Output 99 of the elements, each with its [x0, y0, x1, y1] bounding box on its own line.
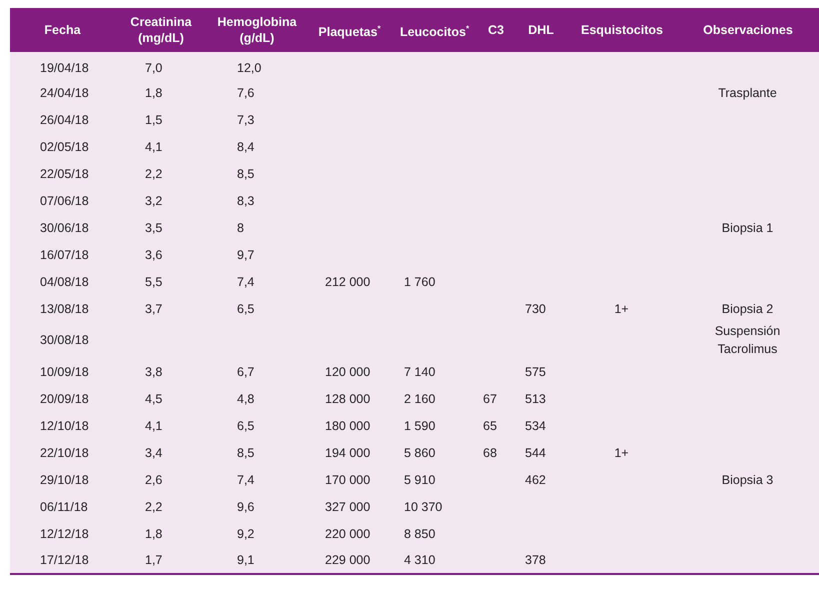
table-cell-text: 544: [525, 444, 546, 462]
table-cell-text: 575: [525, 364, 546, 380]
table-cell-text: 1,8: [145, 526, 162, 542]
table-cell-text: 2,2: [145, 498, 162, 516]
column-header: C3: [488, 23, 504, 37]
table-cell-text: 170 000: [325, 472, 370, 488]
table-cell-text: 30/08/18: [40, 332, 89, 349]
table-cell-text: 22/05/18: [40, 166, 89, 182]
table-cell-text: 3,8: [145, 364, 162, 380]
table-cell-text: 8,5: [237, 166, 254, 182]
table-cell-text: 6,5: [237, 300, 254, 318]
table-cell-text: 180 000: [325, 418, 370, 434]
table-cell-text: 378: [525, 552, 546, 569]
table-cell-text: 9,1: [237, 552, 254, 569]
table-cell-text: 462: [525, 472, 546, 488]
column-header: Plaquetas$^{*}$: [318, 24, 381, 39]
table-cell-text: 220 000: [325, 526, 370, 542]
table-cell-text: 67: [483, 390, 497, 408]
table-cell-text: 13/08/18: [40, 300, 89, 318]
table-cell-text: 02/05/18: [40, 138, 89, 156]
table-cell-text: 8 850: [404, 526, 436, 542]
table-cell-text: 327 000: [325, 498, 370, 516]
table-cell-text: 8,4: [237, 138, 254, 156]
table-cell-text: 9,6: [237, 498, 254, 516]
table-cell-text: 3,2: [145, 192, 162, 210]
table-cell-text: 16/07/18: [40, 246, 89, 264]
table-cell-text: 212 000: [325, 274, 370, 290]
column-header: Observaciones: [703, 23, 793, 37]
table-cell-text: 8: [237, 220, 244, 236]
table-cell-text: 4,1: [145, 418, 162, 434]
table-cell-text: 1,5: [145, 112, 162, 128]
table-cell-text: 06/11/18: [40, 498, 88, 516]
table-cell-text: 7,6: [237, 84, 254, 102]
table-cell-text: 1+: [614, 444, 629, 462]
table-cell-text: 513: [525, 390, 546, 408]
table-cell-text: Biopsia 1: [720, 220, 774, 236]
column-header: DHL: [528, 23, 554, 37]
table-cell-text: 194 000: [325, 444, 370, 462]
table-cell-text: 22/10/18: [40, 444, 89, 462]
table-cell-text: 4,5: [145, 390, 162, 408]
table-cell-text: 1 760: [404, 274, 436, 290]
table-cell-text: 7,3: [237, 112, 254, 128]
table-cell-text: 120 000: [325, 364, 370, 380]
table-cell-text: 30/06/18: [40, 220, 89, 236]
table-cell-text: 19/04/18: [40, 60, 89, 77]
table-cell-text: 04/08/18: [40, 274, 89, 290]
table-cell-text: Biopsia 2: [720, 300, 774, 318]
column-header: Esquistocitos: [581, 23, 663, 37]
table-cell-text: 5 910: [404, 472, 436, 488]
table-cell-text: 8,5: [237, 444, 254, 462]
table-cell-text: Trasplante: [717, 84, 778, 102]
table-cell-text: 12/12/18: [40, 526, 89, 542]
table-cell-text: 4,1: [145, 138, 162, 156]
table-cell-text: Biopsia 3: [720, 472, 774, 488]
table-cell-text: 5 860: [404, 444, 436, 462]
table-cell-text: 128 000: [325, 390, 370, 408]
table-cell-text: 65: [483, 418, 497, 434]
table-cell-text: 9,2: [237, 526, 254, 542]
table-cell-text: 229 000: [325, 552, 370, 569]
table-cell-text: 17/12/18: [40, 552, 89, 569]
table-cell-text: 4 310: [404, 552, 436, 569]
table-cell-text: 10 370: [404, 498, 442, 516]
table-cell-text: 534: [525, 418, 546, 434]
table-cell-text: 3,5: [145, 220, 162, 236]
column-header: Fecha: [44, 23, 81, 37]
table-cell-text: 20/09/18: [40, 390, 89, 408]
table-cell-text: 7,0: [145, 60, 162, 77]
table-cell-text: 3,4: [145, 444, 162, 462]
table-cell-text: 3,6: [145, 246, 162, 264]
table-cell-text: Suspensión Tacrolimus: [714, 323, 782, 358]
column-header: Hemoglobina (g/dL): [217, 15, 297, 45]
table-cell-text: 07/06/18: [40, 192, 89, 210]
table-cell-text: 2,6: [145, 472, 162, 488]
table-cell-text: 5,5: [145, 274, 162, 290]
table-cell-text: 1,7: [145, 552, 162, 569]
table-cell-text: 7,4: [237, 274, 254, 290]
table-cell-text: 24/04/18: [40, 84, 89, 102]
column-header: Leucocitos$^{*}$: [400, 24, 470, 39]
table-cell-text: 1+: [614, 300, 629, 318]
table-cell-text: 2 160: [404, 390, 436, 408]
table-cell-text: 29/10/18: [40, 472, 89, 488]
table-cell-text: 8,3: [237, 192, 254, 210]
column-header: Creatinina (mg/dL): [130, 15, 192, 45]
table-cell-text: 12/10/18: [40, 418, 89, 434]
table-cell-text: 1 590: [404, 418, 436, 434]
table-cell-text: 7,4: [237, 472, 254, 488]
table-cell-text: 26/04/18: [40, 112, 89, 128]
table-cell-text: 4,8: [237, 390, 254, 408]
table-cell-text: 2,2: [145, 166, 162, 182]
table-cell-text: 68: [483, 444, 497, 462]
table-cell-text: 3,7: [145, 300, 162, 318]
table-cell-text: 10/09/18: [40, 364, 89, 380]
table-cell-text: 730: [525, 300, 546, 318]
table-cell-text: 12,0: [237, 60, 262, 77]
table-cell-text: 1,8: [145, 84, 162, 102]
table-cell-text: 7 140: [404, 364, 436, 380]
table-cell-text: 9,7: [237, 246, 254, 264]
table-cell-text: 6,7: [237, 364, 254, 380]
table-cell-text: 6,5: [237, 418, 254, 434]
